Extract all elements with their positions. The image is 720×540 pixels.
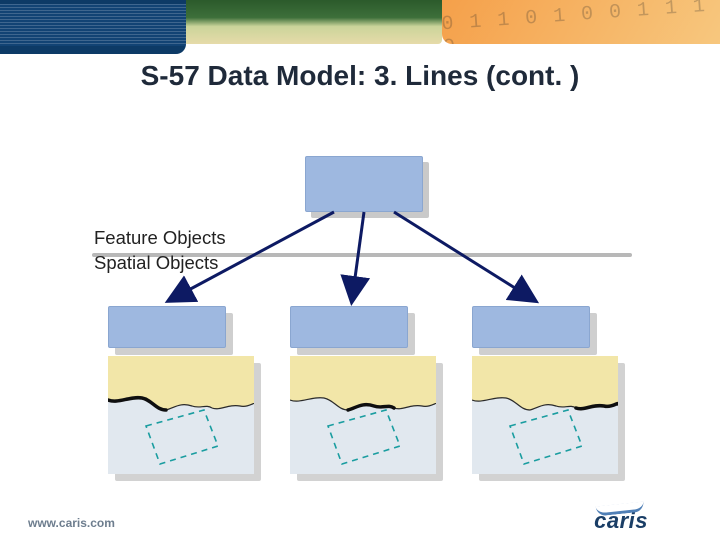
object-labels: Feature Objects Spatial Objects (94, 226, 226, 276)
banner-segment-left (0, 0, 186, 54)
header-banner (0, 0, 720, 54)
banner-segment-right (442, 0, 720, 44)
brand-logo: caris (594, 508, 696, 534)
spatial-box (472, 306, 590, 348)
label-spatial-objects: Spatial Objects (94, 251, 226, 276)
slide-title: S-57 Data Model: 3. Lines (cont. ) (0, 60, 720, 92)
banner-segment-middle (182, 0, 442, 44)
spatial-box (108, 306, 226, 348)
map-thumbnail (108, 356, 254, 474)
map-thumbnail (290, 356, 436, 474)
label-feature-objects: Feature Objects (94, 226, 226, 251)
map-thumbnail (472, 356, 618, 474)
footer: www.caris.com caris (0, 508, 720, 540)
footer-url: www.caris.com (28, 516, 115, 530)
feature-box (305, 156, 423, 212)
spatial-box (290, 306, 408, 348)
